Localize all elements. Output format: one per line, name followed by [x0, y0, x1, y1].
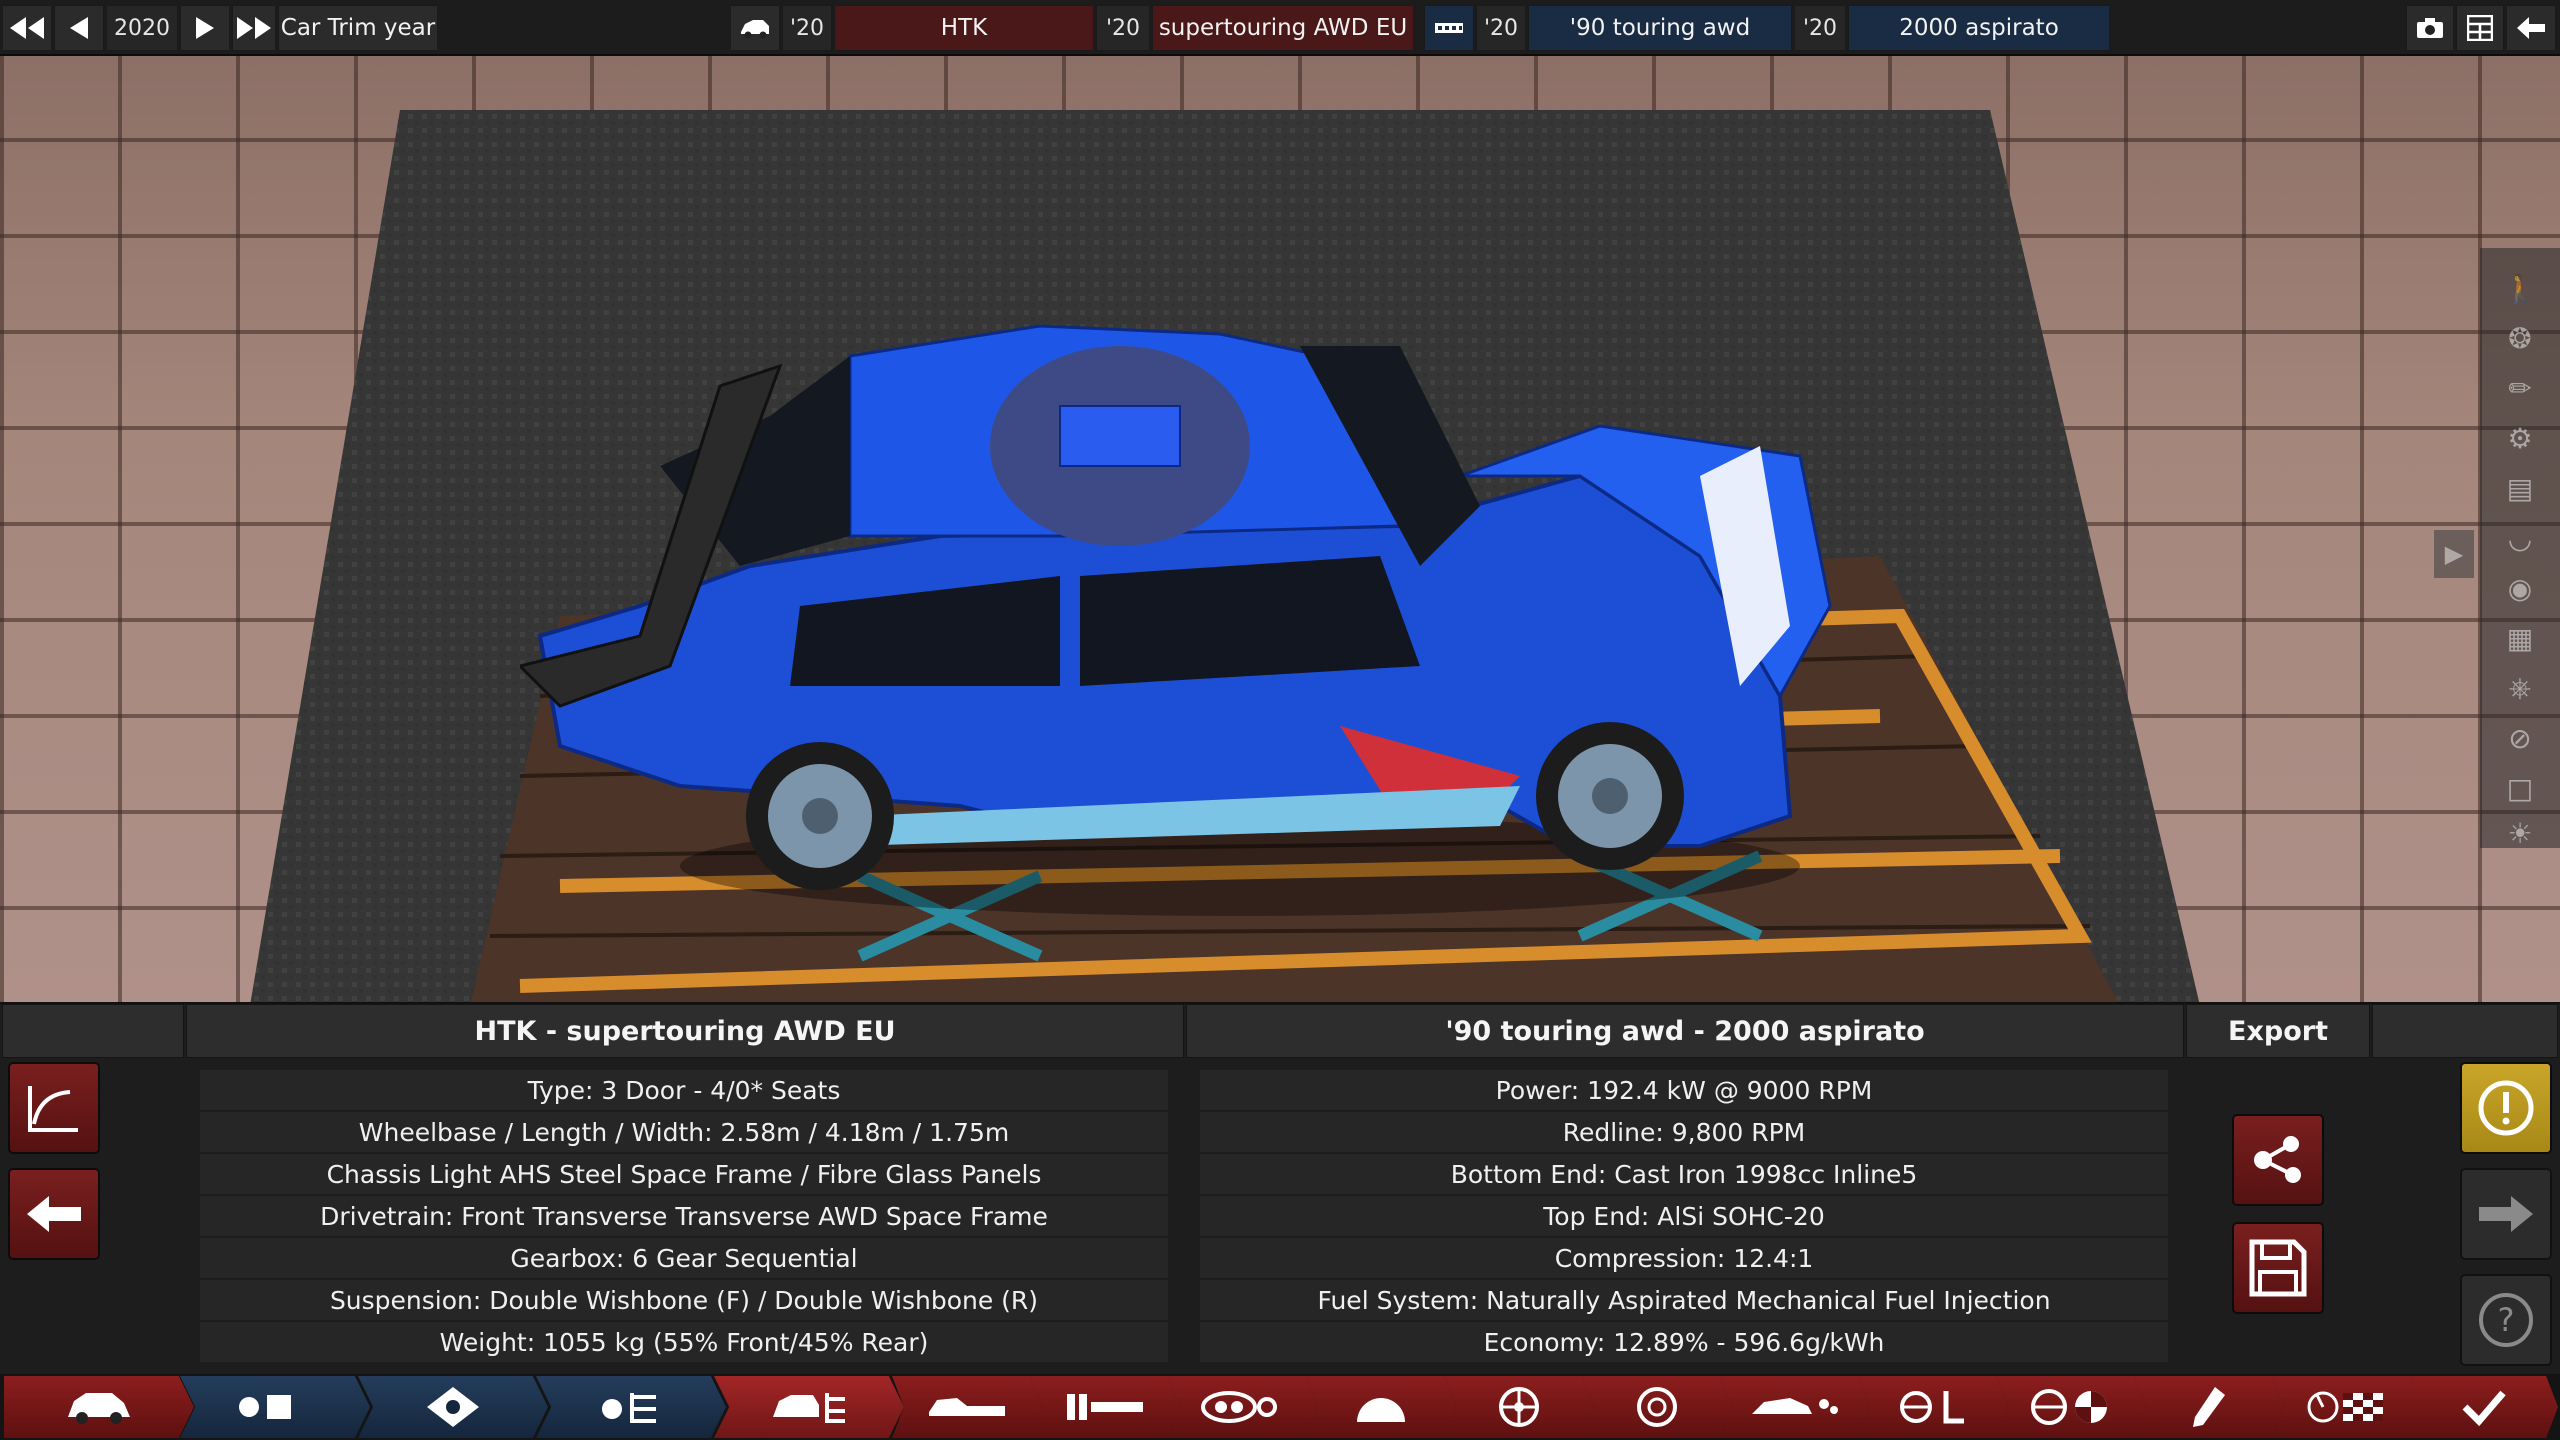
- warning-icon: [2478, 1080, 2534, 1136]
- model-year: '20: [782, 5, 832, 51]
- engine-spec-compression: Compression: 12.4:1: [1200, 1238, 2168, 1278]
- fender-icon[interactable]: ◡: [2500, 518, 2540, 558]
- engine-spec-bottom-end: Bottom End: Cast Iron 1998cc Inline5: [1200, 1154, 2168, 1194]
- engine-family-icon[interactable]: [180, 1376, 370, 1438]
- curve-chart-icon: [28, 1086, 78, 1132]
- engine-spec-economy: Economy: 12.89% - 596.6g/kWh: [1200, 1322, 2168, 1362]
- car-spec-suspension: Suspension: Double Wishbone (F) / Double…: [200, 1280, 1168, 1320]
- rewind-icon[interactable]: [2, 5, 52, 51]
- light-icon[interactable]: ◉: [2500, 568, 2540, 608]
- chassis-icon[interactable]: [892, 1376, 1042, 1438]
- engine-spec-redline: Redline: 9,800 RPM: [1200, 1112, 2168, 1152]
- family-name[interactable]: '90 touring awd: [1528, 5, 1792, 51]
- right-header-blank: [2372, 1004, 2558, 1058]
- play-icon[interactable]: [180, 5, 230, 51]
- tuning-icon[interactable]: [2134, 1376, 2284, 1438]
- car-model[interactable]: [520, 306, 1940, 946]
- car-spec-drivetrain: Drivetrain: Front Transverse Transverse …: [200, 1196, 1168, 1236]
- engine-tune-icon[interactable]: [536, 1376, 726, 1438]
- wheel-icon[interactable]: ❂: [2500, 318, 2540, 358]
- car-spec-chassis: Chassis Light AHS Steel Space Frame / Fi…: [200, 1154, 1168, 1194]
- arrow-left-icon: [27, 1196, 81, 1232]
- engine-spec-top-end: Top End: AlSi SOHC-20: [1200, 1196, 2168, 1236]
- aero-icon[interactable]: [1720, 1376, 1870, 1438]
- share-button[interactable]: [2232, 1114, 2324, 1206]
- engine-icon[interactable]: [1424, 5, 1474, 51]
- person-icon[interactable]: 🚶: [2500, 268, 2540, 308]
- panel-icon[interactable]: ▤: [2500, 468, 2540, 508]
- car-title: HTK - supertouring AWD EU: [186, 1004, 1184, 1058]
- model-name[interactable]: HTK: [834, 5, 1094, 51]
- warning-button[interactable]: [2460, 1062, 2552, 1154]
- brakes-icon[interactable]: [1582, 1376, 1732, 1438]
- help-button[interactable]: ?: [2460, 1274, 2552, 1366]
- right-toolbar: 🚶 ❂ ✏ ⚙ ▤ ◡ ◉ ▦ ⎈ ⊘ □ ☀: [2480, 248, 2560, 850]
- finish-icon[interactable]: [2410, 1376, 2558, 1438]
- wheels-icon[interactable]: [1444, 1376, 1594, 1438]
- left-header-blank: [2, 1004, 184, 1058]
- car-spec-gearbox: Gearbox: 6 Gear Sequential: [200, 1238, 1168, 1278]
- back-button[interactable]: [8, 1168, 100, 1260]
- bulb-icon[interactable]: ☀: [2500, 813, 2540, 853]
- square-icon[interactable]: □: [2500, 768, 2540, 808]
- car-spec-type: Type: 3 Door - 4/0* Seats: [200, 1070, 1168, 1110]
- car-body-icon[interactable]: [4, 1376, 194, 1438]
- engine-spec-power: Power: 192.4 kW @ 9000 RPM: [1200, 1070, 2168, 1110]
- variant-name[interactable]: 2000 aspirato: [1848, 5, 2110, 51]
- suspension-icon[interactable]: [1030, 1376, 1180, 1438]
- grille-icon[interactable]: ▦: [2500, 618, 2540, 658]
- gearbox-icon[interactable]: [1306, 1376, 1456, 1438]
- engine-spec-fuel-system: Fuel System: Naturally Aspirated Mechani…: [1200, 1280, 2168, 1320]
- car-icon[interactable]: [730, 5, 780, 51]
- chart-button[interactable]: [8, 1062, 100, 1154]
- year-label: Car Trim year: [278, 5, 438, 51]
- car-spec-weight: Weight: 1055 kg (55% Front/45% Rear): [200, 1322, 1168, 1362]
- no-icon[interactable]: ⊘: [2500, 718, 2540, 758]
- svg-text:?: ?: [2498, 1301, 2515, 1339]
- car-spec-dimensions: Wheelbase / Length / Width: 2.58m / 4.18…: [200, 1112, 1168, 1152]
- fast-forward-icon[interactable]: [232, 5, 276, 51]
- year-value: 2020: [106, 5, 178, 51]
- top-bar: 2020 Car Trim year '20 HTK '20 supertour…: [0, 0, 2560, 56]
- layout-icon[interactable]: [2456, 5, 2504, 51]
- help-icon: ?: [2479, 1293, 2533, 1347]
- safety-icon[interactable]: [1996, 1376, 2146, 1438]
- bottom-toolbar: [0, 1374, 2560, 1440]
- engine-bay-icon[interactable]: ⚙: [2500, 418, 2540, 458]
- trim-name[interactable]: supertouring AWD EU: [1152, 5, 1414, 51]
- next-button[interactable]: [2460, 1168, 2552, 1260]
- prev-icon[interactable]: [54, 5, 104, 51]
- expand-arrow-icon[interactable]: ▶: [2434, 530, 2474, 578]
- camera-icon[interactable]: [2406, 5, 2454, 51]
- engine-icon[interactable]: [358, 1376, 548, 1438]
- variant-year: '20: [1794, 5, 1846, 51]
- spray-icon[interactable]: ✏: [2500, 368, 2540, 408]
- save-icon: [2249, 1239, 2307, 1297]
- drivetrain-icon[interactable]: [1168, 1376, 1318, 1438]
- testing-icon[interactable]: [2272, 1376, 2422, 1438]
- back-icon[interactable]: [2506, 5, 2556, 51]
- seat-icon[interactable]: ⎈: [2500, 668, 2540, 708]
- save-button[interactable]: [2232, 1222, 2324, 1314]
- interior-icon[interactable]: [1858, 1376, 2008, 1438]
- car-trim-icon[interactable]: [714, 1376, 904, 1438]
- family-year: '20: [1476, 5, 1526, 51]
- trim-year: '20: [1096, 5, 1150, 51]
- export-title: Export: [2186, 1004, 2370, 1058]
- engine-title: '90 touring awd - 2000 aspirato: [1186, 1004, 2184, 1058]
- 3d-viewport[interactable]: [0, 56, 2560, 1006]
- share-icon: [2254, 1136, 2301, 1183]
- arrow-right-icon: [2479, 1196, 2533, 1232]
- info-panel: HTK - supertouring AWD EU '90 touring aw…: [0, 1002, 2560, 1374]
